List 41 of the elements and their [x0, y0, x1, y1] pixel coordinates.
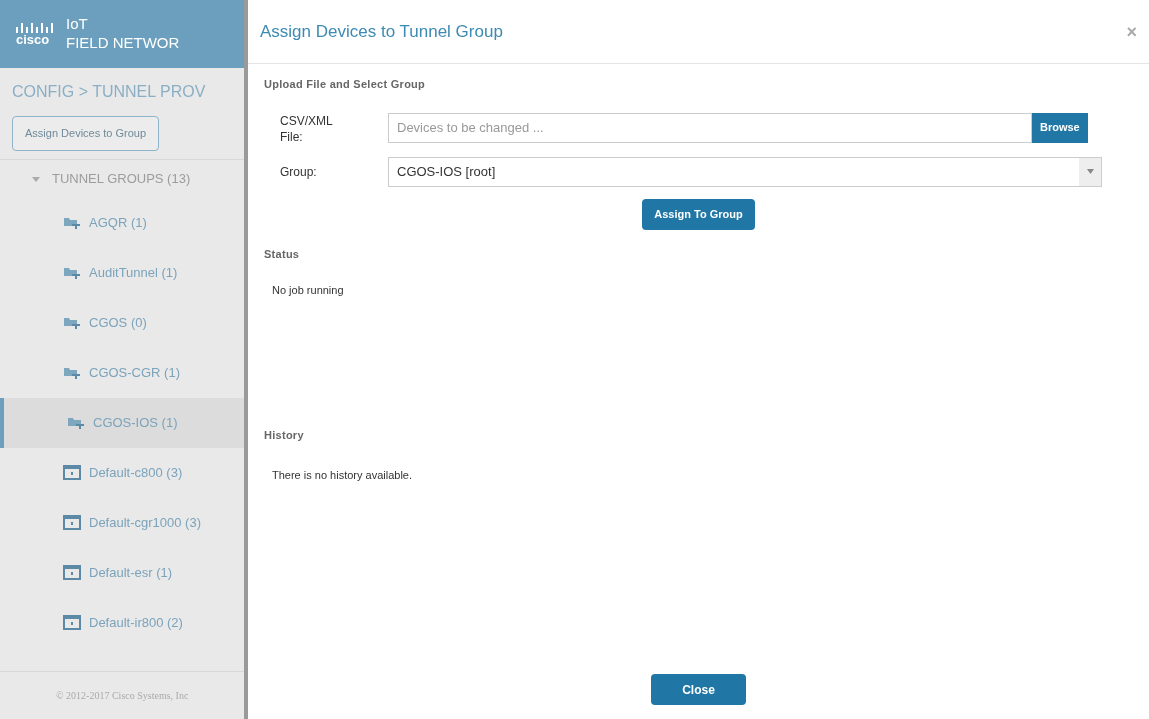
tree-item[interactable]: AGQR (1)	[0, 197, 244, 248]
tree-item[interactable]: Default-cgr1000 (3)	[0, 497, 244, 548]
folder-network-icon	[63, 315, 81, 330]
group-select[interactable]: CGOS-IOS [root]	[388, 156, 1102, 187]
close-button[interactable]: Close	[651, 674, 746, 705]
tree-item[interactable]: Default-ir800 (2)	[0, 597, 244, 648]
folder-network-icon	[63, 215, 81, 230]
browse-button[interactable]: Browse	[1032, 112, 1088, 143]
status-text: No job running	[271, 283, 345, 298]
window-icon	[63, 465, 81, 480]
tree-item[interactable]: CGOS-CGR (1)	[0, 347, 244, 398]
dropdown-caret-icon	[1086, 169, 1094, 174]
window-icon	[63, 565, 81, 580]
tree-item[interactable]: AuditTunnel (1)	[0, 247, 244, 298]
section-title: History	[264, 427, 305, 443]
field-label: CSV/XML File:	[280, 112, 334, 145]
product-name: FIELD NETWOR	[66, 34, 180, 53]
folder-network-icon	[63, 365, 81, 380]
assign-to-group-button[interactable]: Assign To Group	[642, 198, 755, 230]
dialog-title: Assign Devices to Tunnel Group	[260, 20, 503, 43]
tree-header[interactable]: TUNNEL GROUPS (13)	[0, 159, 244, 198]
caret-icon	[32, 174, 40, 183]
logo-text: cisco	[16, 32, 50, 46]
tree-item[interactable]: Default-c800 (3)	[0, 447, 244, 498]
section-title: Status	[264, 246, 301, 262]
field-label: Group:	[280, 163, 318, 181]
product-name: IoT	[66, 15, 89, 34]
window-icon	[63, 515, 81, 530]
history-text: There is no history available.	[271, 468, 413, 483]
tree-item[interactable]: Default-esr (1)	[0, 547, 244, 598]
tree-label: TUNNEL GROUPS (13)	[52, 169, 191, 188]
cisco-logo-icon	[16, 22, 54, 33]
file-input-field[interactable]: Devices to be changed ...	[388, 112, 1032, 143]
tree-item[interactable]: CGOS (0)	[0, 297, 244, 348]
assign-devices-button[interactable]: Assign Devices to Group	[12, 116, 160, 151]
breadcrumb: CONFIG > TUNNEL PROV	[11, 82, 207, 102]
tree-item[interactable]: CGOS-IOS (1)	[0, 397, 244, 448]
folder-network-icon	[67, 415, 85, 430]
window-icon	[63, 615, 81, 630]
folder-network-icon	[63, 265, 81, 280]
section-title: Upload File and Select Group	[264, 77, 427, 92]
